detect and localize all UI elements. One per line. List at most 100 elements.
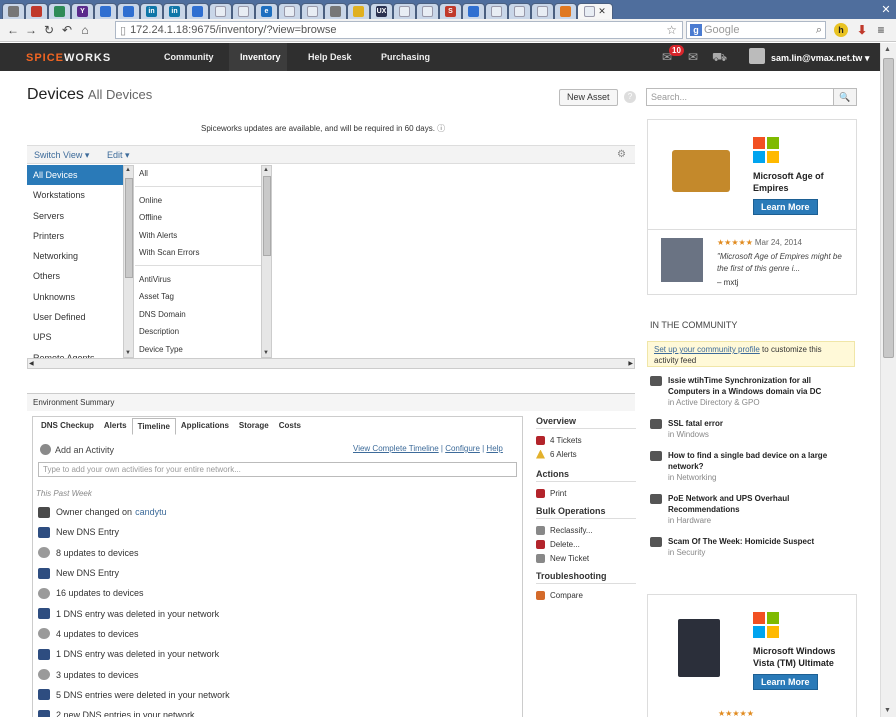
tab-timeline[interactable]: Timeline — [131, 418, 176, 435]
device-group-item[interactable]: Workstations — [27, 185, 123, 205]
nav-help-desk[interactable]: Help Desk — [308, 52, 352, 62]
new-asset-button[interactable]: New Asset — [559, 89, 618, 106]
scroll-right-icon[interactable]: ▶ — [628, 360, 633, 367]
add-activity[interactable]: Add an Activity — [40, 444, 114, 455]
extension-h-icon[interactable]: h — [834, 23, 848, 37]
tab-dns-checkup[interactable]: DNS Checkup — [36, 418, 99, 435]
browser-tab[interactable] — [554, 3, 577, 19]
delete-link[interactable]: Delete... — [536, 537, 636, 551]
filter-item[interactable]: DNS Domain — [135, 306, 261, 324]
browser-tab[interactable] — [278, 3, 301, 19]
community-item-category[interactable]: in Networking — [668, 472, 855, 483]
back-icon[interactable]: ← — [4, 23, 22, 37]
device-group-item[interactable]: UPS — [27, 327, 123, 347]
menu-icon[interactable]: ≡ — [874, 23, 888, 37]
gear-icon[interactable]: ⚙ — [617, 149, 626, 160]
browser-tab[interactable] — [2, 3, 25, 19]
nav-inventory[interactable]: Inventory — [240, 52, 281, 62]
spiceworks-logo[interactable]: SPICEWORKS — [26, 52, 111, 64]
search-button[interactable]: 🔍 — [833, 88, 857, 106]
browser-tab[interactable]: UX — [370, 3, 393, 19]
device-group-item[interactable]: Others — [27, 266, 123, 286]
help-link[interactable]: Help — [486, 444, 502, 453]
filter-item[interactable]: Device Type — [135, 341, 261, 359]
device-group-item[interactable]: All Devices — [27, 165, 123, 186]
alerts-link[interactable]: 6 Alerts — [536, 447, 636, 461]
setup-profile-link[interactable]: Set up your community profile — [654, 345, 760, 354]
device-group-item[interactable]: Networking — [27, 246, 123, 266]
scroll-left-icon[interactable]: ◀ — [29, 360, 34, 367]
device-list-scrollbar[interactable]: ▲ ▼ — [123, 165, 134, 358]
switch-view-button[interactable]: Switch View ▾ — [34, 150, 89, 161]
browser-tab[interactable] — [393, 3, 416, 19]
scroll-down-icon[interactable]: ▼ — [125, 350, 131, 356]
community-item[interactable]: Scam Of The Week: Homicide Suspect in Sec… — [650, 536, 855, 558]
tickets-link[interactable]: 4 Tickets — [536, 433, 636, 447]
community-item-title[interactable]: Scam Of The Week: Homicide Suspect — [668, 536, 855, 547]
browser-tab[interactable] — [324, 3, 347, 19]
scroll-up-icon[interactable]: ▲ — [125, 167, 131, 173]
device-group-item[interactable]: Servers — [27, 206, 123, 226]
tab-costs[interactable]: Costs — [274, 418, 306, 435]
close-window-icon[interactable]: ✕ — [876, 0, 896, 19]
search-input[interactable]: Search... — [646, 88, 834, 106]
browser-tab[interactable] — [508, 3, 531, 19]
browser-tab[interactable] — [117, 3, 140, 19]
undo-icon[interactable]: ↶ — [58, 23, 76, 37]
info-icon[interactable]: ⓘ — [437, 124, 445, 133]
community-item-title[interactable]: How to find a single bad device on a lar… — [668, 450, 855, 472]
filter-item[interactable]: All — [135, 165, 261, 183]
community-item[interactable]: Issie wtihTime Synchronization for all C… — [650, 375, 855, 408]
filter-item[interactable]: Asset Tag — [135, 288, 261, 306]
community-item-category[interactable]: in Security — [668, 547, 855, 558]
browser-tab[interactable] — [531, 3, 554, 19]
community-item[interactable]: How to find a single bad device on a lar… — [650, 450, 855, 483]
view-timeline-link[interactable]: View Complete Timeline — [353, 444, 439, 453]
browser-tab[interactable] — [301, 3, 324, 19]
cart-icon[interactable]: ⛟ — [712, 50, 727, 66]
browser-tab[interactable] — [232, 3, 255, 19]
nav-community[interactable]: Community — [164, 52, 214, 62]
reclassify-link[interactable]: Reclassify... — [536, 523, 636, 537]
print-link[interactable]: Print — [536, 486, 636, 500]
learn-more-button[interactable]: Learn More — [753, 199, 818, 215]
tab-applications[interactable]: Applications — [176, 418, 234, 435]
browser-tab[interactable]: S — [439, 3, 462, 19]
browser-tab[interactable]: in — [163, 3, 186, 19]
community-item-title[interactable]: PoE Network and UPS Overhaul Recommendat… — [668, 493, 855, 515]
browser-tab[interactable] — [186, 3, 209, 19]
new-ticket-link[interactable]: New Ticket — [536, 551, 636, 565]
download-icon[interactable]: ⬇ — [855, 23, 869, 37]
avatar[interactable] — [749, 48, 765, 64]
scroll-up-icon[interactable]: ▲ — [884, 46, 891, 53]
device-group-item[interactable]: User Defined — [27, 307, 123, 327]
device-group-item[interactable]: Printers — [27, 226, 123, 246]
horizontal-scrollbar[interactable]: ◀ ▶ — [27, 358, 635, 369]
filter-list-scrollbar[interactable]: ▲ ▼ — [261, 165, 272, 358]
user-menu[interactable]: sam.lin@vmax.net.tw ▾ — [771, 53, 869, 64]
browser-tab[interactable] — [462, 3, 485, 19]
browser-tab[interactable] — [485, 3, 508, 19]
compare-link[interactable]: Compare — [536, 588, 636, 602]
reload-icon[interactable]: ↻ — [40, 23, 58, 37]
search-icon[interactable]: ⌕ — [816, 24, 822, 37]
learn-more-button[interactable]: Learn More — [753, 674, 818, 690]
scroll-down-icon[interactable]: ▼ — [884, 707, 891, 714]
browser-tab[interactable]: in — [140, 3, 163, 19]
tab-alerts[interactable]: Alerts — [99, 418, 132, 435]
device-group-item[interactable]: Unknowns — [27, 287, 123, 307]
mail-icon[interactable]: ✉ — [688, 50, 698, 64]
browser-tab[interactable]: Y — [71, 3, 94, 19]
browser-tab[interactable] — [209, 3, 232, 19]
filter-item[interactable]: Offline — [135, 209, 261, 227]
edit-button[interactable]: Edit ▾ — [107, 150, 130, 161]
browser-tab[interactable] — [48, 3, 71, 19]
filter-item[interactable]: Online — [135, 192, 261, 210]
scrollbar-thumb[interactable] — [883, 58, 894, 358]
scrollbar-thumb[interactable] — [125, 178, 133, 278]
browser-tab-active[interactable]: ✕ — [577, 3, 613, 19]
community-item-category[interactable]: in Active Directory & GPO — [668, 397, 855, 408]
user-link[interactable]: candytu — [135, 507, 167, 517]
community-item-category[interactable]: in Hardware — [668, 515, 855, 526]
home-icon[interactable]: ⌂ — [76, 23, 94, 37]
